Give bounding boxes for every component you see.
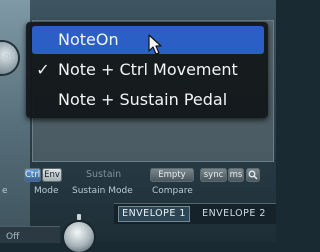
envelope-tabs: ENVELOPE 1 ENVELOPE 2: [114, 203, 276, 224]
envelope-controls-row: Ctrl Env Sustain Empty sync ms: [0, 166, 276, 186]
partial-label: e: [2, 186, 8, 196]
menu-item-label: Note + Ctrl Movement: [58, 60, 238, 79]
compare-label: Compare: [152, 186, 193, 196]
sustain-mode-label: Sustain Mode: [72, 186, 133, 196]
tab-envelope-2[interactable]: ENVELOPE 2: [194, 206, 274, 222]
off-label: Off: [6, 232, 20, 242]
knob-indicator: [77, 214, 81, 220]
compare-empty-button[interactable]: Empty: [150, 168, 194, 182]
bottom-knob[interactable]: [64, 222, 94, 252]
menu-item-note-ctrl-movement[interactable]: ✓ Note + Ctrl Movement: [32, 56, 264, 84]
checkmark-icon: ✓: [36, 60, 50, 79]
sync-button[interactable]: sync: [200, 168, 227, 182]
synth-envelope-panel: od NoteOn ✓ Note + Ctrl Movement Note + …: [0, 0, 276, 252]
ctrl-mode-button[interactable]: Ctrl: [24, 168, 41, 182]
magnifier-icon[interactable]: [246, 168, 260, 182]
control-labels-row: e Mode Sustain Mode Compare: [0, 186, 276, 200]
sustain-mode-selector[interactable]: Sustain: [86, 169, 121, 180]
menu-item-label: Note + Sustain Pedal: [58, 90, 228, 109]
menu-item-label: NoteOn: [58, 30, 119, 49]
left-panel-label: od: [4, 52, 16, 62]
mode-label: Mode: [34, 186, 59, 196]
menu-item-note-sustain-pedal[interactable]: Note + Sustain Pedal: [32, 86, 264, 114]
mouse-pointer-icon: [148, 34, 162, 55]
ms-button[interactable]: ms: [228, 168, 244, 182]
tab-envelope-1[interactable]: ENVELOPE 1: [118, 206, 190, 222]
env-mode-button[interactable]: Env: [42, 168, 62, 182]
sustain-mode-menu: NoteOn ✓ Note + Ctrl Movement Note + Sus…: [26, 22, 268, 118]
